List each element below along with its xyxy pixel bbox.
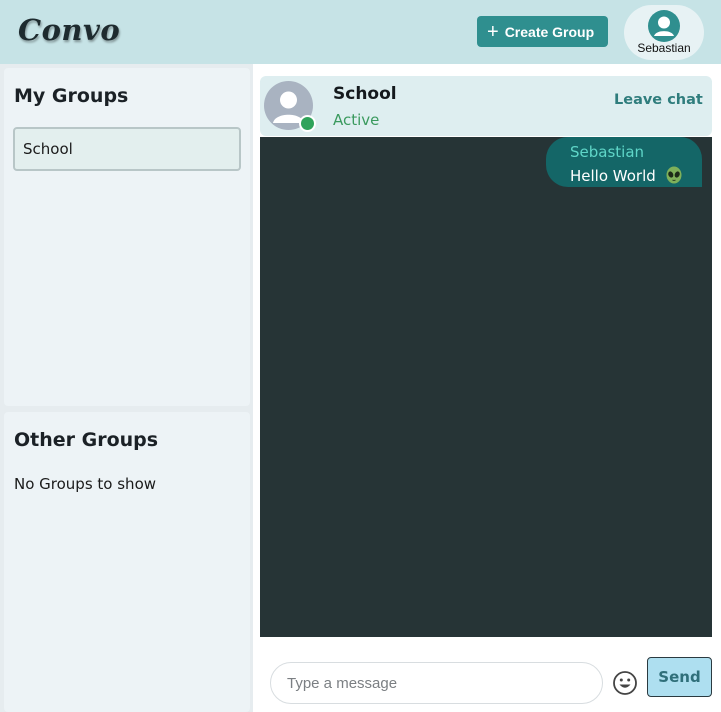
create-group-label: Create Group	[504, 23, 595, 40]
user-name: Sebastian	[637, 41, 691, 55]
leave-chat-button[interactable]: Leave chat	[614, 92, 703, 108]
alien-icon	[666, 166, 682, 184]
message-input[interactable]	[270, 662, 603, 704]
message-bubble: Sebastian Hello World	[546, 137, 702, 187]
my-groups-title: My Groups	[14, 85, 129, 107]
other-groups-title: Other Groups	[14, 429, 159, 451]
user-avatar-icon	[648, 10, 680, 42]
user-profile-button[interactable]: Sebastian	[624, 5, 704, 60]
app-logo: Convo	[18, 13, 121, 47]
message-text: Hello World	[570, 167, 656, 185]
my-groups-panel: My Groups School	[4, 68, 250, 406]
plus-icon: +	[487, 20, 499, 43]
message-list[interactable]: Sebastian Hello World	[260, 137, 712, 637]
chat-title: School	[333, 84, 397, 104]
group-item-school[interactable]: School	[13, 127, 241, 171]
chat-header: School Active Leave chat	[260, 76, 712, 136]
message-sender: Sebastian	[570, 143, 645, 161]
emoji-icon[interactable]	[612, 670, 638, 696]
other-groups-panel: Other Groups No Groups to show	[4, 412, 250, 712]
chat-status: Active	[333, 111, 380, 129]
create-group-button[interactable]: + Create Group	[477, 16, 608, 47]
message-text-row: Hello World	[570, 166, 683, 185]
online-status-dot	[299, 115, 316, 132]
send-button[interactable]: Send	[647, 657, 712, 697]
no-groups-text: No Groups to show	[14, 475, 157, 493]
top-bar: Convo + Create Group Sebastian	[0, 0, 721, 64]
